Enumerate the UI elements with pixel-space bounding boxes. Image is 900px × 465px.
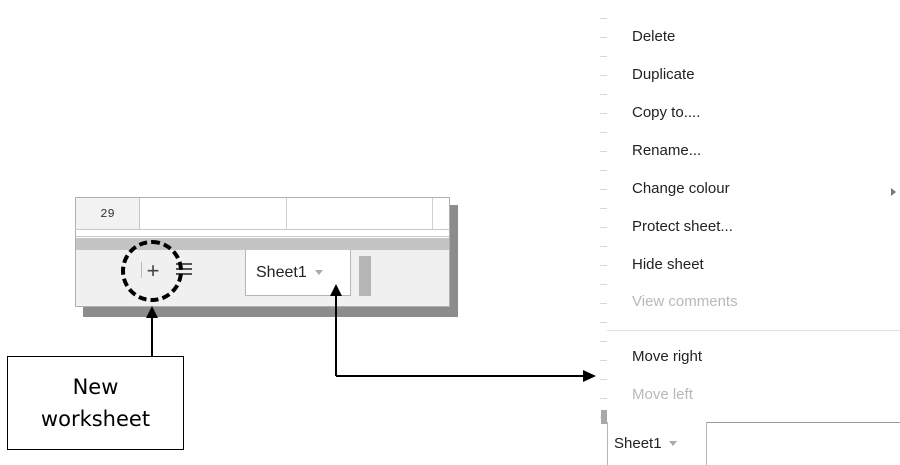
submenu-arrow-icon	[891, 188, 896, 196]
menu-item-hide-sheet[interactable]: Hide sheet	[632, 256, 704, 273]
active-sheet-tab[interactable]: Sheet1	[607, 422, 707, 465]
arrow-head-icon	[146, 306, 158, 318]
menu-item-copy-to[interactable]: Copy to....	[632, 104, 700, 121]
tab-dropdown-caret-icon[interactable]	[668, 441, 677, 446]
menu-item-protect-sheet[interactable]: Protect sheet...	[632, 218, 733, 235]
menu-separator	[607, 330, 900, 331]
menu-item-delete[interactable]: Delete	[632, 28, 675, 45]
sheet-context-menu: Delete Duplicate Copy to.... Rename... C…	[607, 5, 900, 423]
menu-item-move-left: Move left	[632, 386, 693, 403]
tab-bar-border	[707, 422, 900, 423]
menu-item-view-comments: View comments	[632, 293, 738, 310]
arrow-head-icon	[583, 370, 596, 382]
sheet-tab-label: Sheet1	[614, 435, 662, 452]
arrow-head-icon	[330, 284, 342, 296]
menu-item-move-right[interactable]: Move right	[632, 348, 702, 365]
menu-item-duplicate[interactable]: Duplicate	[632, 66, 695, 83]
menu-item-change-colour[interactable]: Change colour	[632, 180, 730, 197]
menu-item-rename[interactable]: Rename...	[632, 142, 701, 159]
